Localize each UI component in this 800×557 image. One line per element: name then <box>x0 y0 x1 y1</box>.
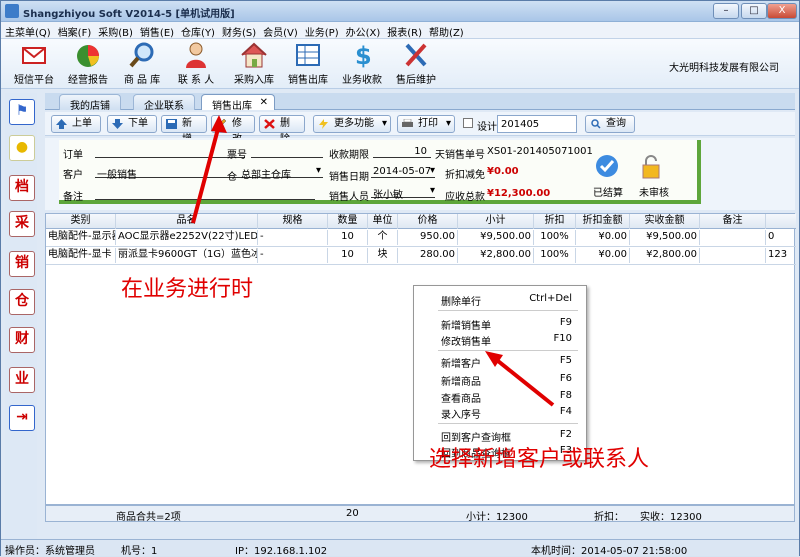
annotation-text-2: 选择新增客户或联系人 <box>429 447 650 472</box>
annotation-text-1: 在业务进行时 <box>121 277 254 302</box>
app-window: Shangzhiyou Soft V2014-5 [单机试用版] – □ X 主… <box>0 0 800 557</box>
annotation-arrow-edit <box>191 124 221 224</box>
annotation-arrowhead <box>211 115 227 133</box>
annotation-arrow-menu <box>491 355 555 407</box>
